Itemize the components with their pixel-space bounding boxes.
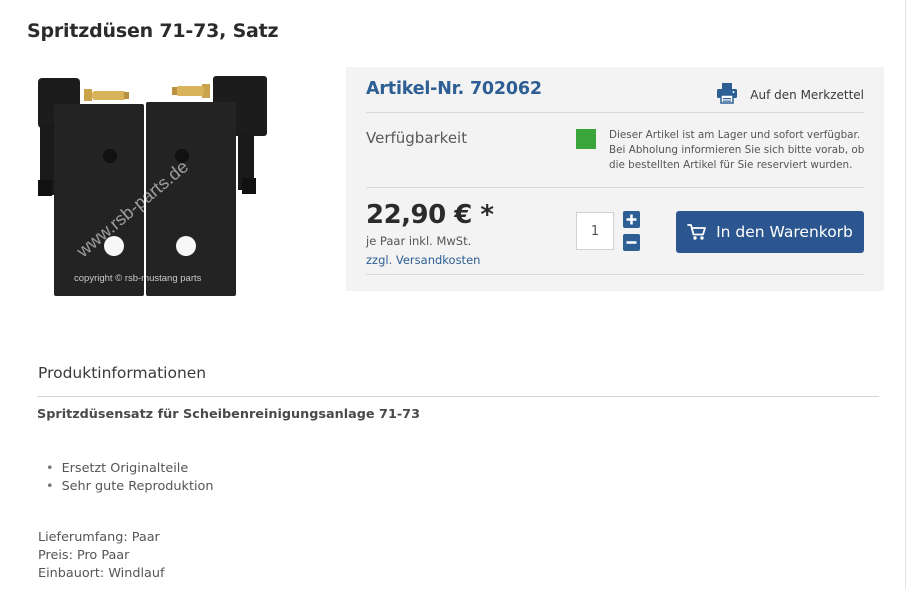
bullet: • — [46, 479, 54, 494]
page-edge-divider — [905, 0, 906, 589]
image-copyright: copyright © rsb-mustang parts — [74, 273, 202, 284]
shipping-costs-link[interactable]: zzgl. Versandkosten — [366, 253, 480, 267]
quantity-decrease-button[interactable] — [623, 234, 640, 251]
detail-delivery-scope: Lieferumfang: Paar — [38, 530, 160, 545]
product-image[interactable]: www.rsb-parts.de copyright © rsb-mustang… — [28, 70, 273, 305]
left-brass-tube — [92, 91, 126, 100]
product-details: Lieferumfang: Paar Preis: Pro Paar Einba… — [38, 529, 165, 583]
divider — [366, 274, 864, 275]
price: 22,90 € * — [366, 200, 494, 230]
feature-list: • Ersetzt Originalteile • Sehr gute Reprod… — [46, 460, 213, 496]
feature-text: Sehr gute Reproduktion — [61, 479, 214, 494]
article-number: Artikel-Nr. 702062 — [366, 79, 542, 99]
page-title: Spritzdüsen 71-73, Satz — [27, 20, 279, 42]
divider — [366, 187, 864, 188]
product-subtitle: Spritzdüsensatz für Scheibenreinigungsan… — [37, 407, 420, 422]
plus-icon — [626, 214, 637, 225]
right-mount-hole — [176, 236, 196, 256]
list-item: • Sehr gute Reproduktion — [46, 478, 213, 496]
stock-status-indicator — [576, 129, 596, 149]
detail-price-unit: Preis: Pro Paar — [38, 548, 130, 563]
bullet: • — [46, 461, 54, 476]
right-brass-tube — [176, 86, 204, 96]
quantity-increase-button[interactable] — [623, 211, 640, 228]
price-note: je Paar inkl. MwSt. — [366, 234, 472, 248]
wishlist-link[interactable]: Auf den Merkzettel — [716, 82, 864, 108]
wishlist-label: Auf den Merkzettel — [750, 88, 864, 102]
list-item: • Ersetzt Originalteile — [46, 460, 213, 478]
buy-box: Artikel-Nr. 702062 Auf den Merkzettel Ve… — [346, 67, 884, 291]
section-divider — [37, 396, 879, 397]
quantity-input[interactable] — [576, 212, 614, 250]
left-brass-fitting — [84, 89, 92, 101]
shopping-cart-icon — [687, 224, 706, 240]
availability-text: Dieser Artikel ist am Lager und sofort v… — [609, 129, 865, 171]
add-to-cart-button[interactable]: In den Warenkorb — [676, 211, 864, 253]
product-info-heading: Produktinformationen — [38, 364, 207, 382]
detail-install-location: Einbauort: Windlauf — [38, 566, 165, 581]
feature-text: Ersetzt Originalteile — [61, 461, 189, 476]
minus-icon — [626, 241, 637, 244]
product-photo: www.rsb-parts.de copyright © rsb-mustang… — [38, 76, 267, 296]
availability-label: Verfügbarkeit — [366, 129, 468, 147]
divider — [366, 112, 864, 113]
printer-icon — [716, 82, 738, 108]
add-to-cart-label: In den Warenkorb — [716, 223, 853, 241]
